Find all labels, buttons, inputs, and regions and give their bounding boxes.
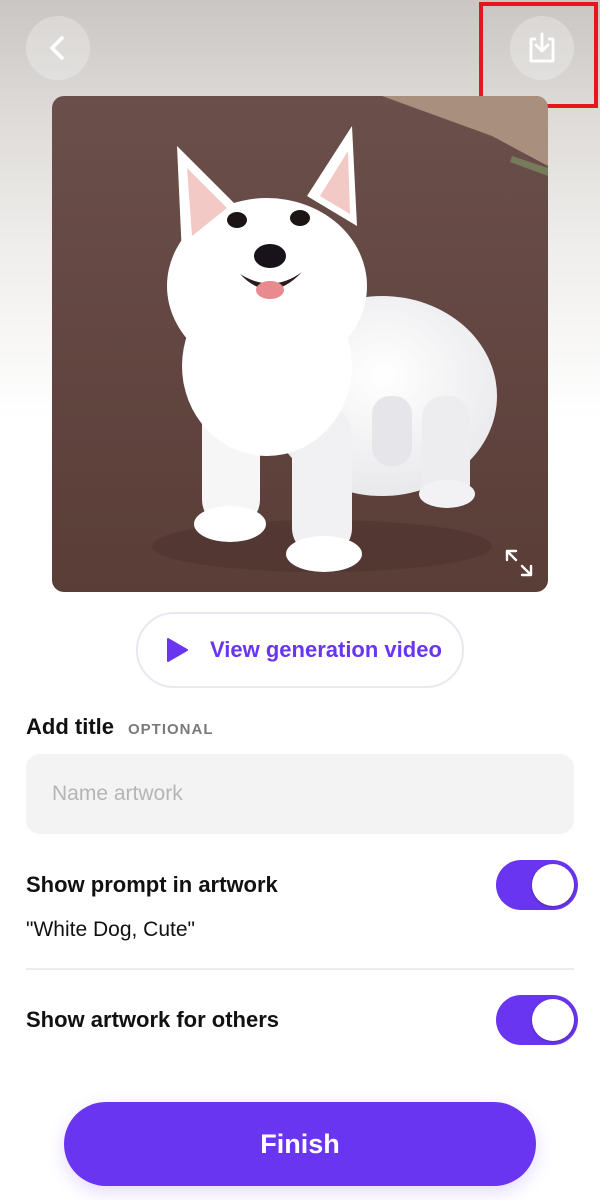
optional-badge: OPTIONAL	[128, 721, 214, 738]
video-button-label: View generation video	[210, 637, 442, 662]
toggle-knob	[532, 864, 574, 906]
prompt-text: "White Dog, Cute"	[26, 918, 195, 941]
add-title-label: Add title	[26, 714, 114, 739]
back-button[interactable]	[26, 16, 90, 80]
play-icon	[167, 638, 188, 662]
artwork-title-input[interactable]	[26, 754, 574, 834]
finish-button[interactable]: Finish	[64, 1102, 536, 1186]
show-prompt-toggle[interactable]	[496, 860, 578, 910]
title-section-header: Add title OPTIONAL	[26, 714, 214, 740]
toggle-knob	[532, 999, 574, 1041]
chevron-left-icon	[50, 36, 64, 60]
artwork-image[interactable]	[52, 96, 548, 592]
puppy-illustration	[52, 96, 548, 592]
highlight-box	[479, 2, 598, 108]
divider	[26, 968, 574, 970]
expand-icon[interactable]	[504, 548, 534, 578]
view-generation-video-button[interactable]: View generation video	[136, 612, 464, 688]
show-artwork-toggle[interactable]	[496, 995, 578, 1045]
show-artwork-label: Show artwork for others	[26, 1007, 280, 1032]
show-prompt-label: Show prompt in artwork	[26, 872, 278, 897]
